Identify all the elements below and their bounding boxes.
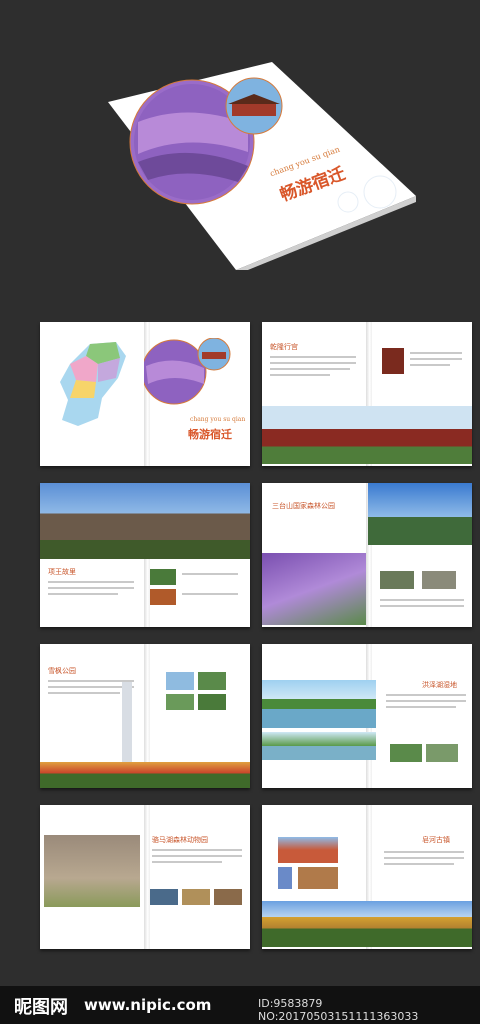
spread-xuefeng-page: 雪枫公园: [40, 644, 250, 788]
watermark-logo: 昵图网: [14, 997, 68, 1018]
spread-xiangwang-title: 项王故里: [48, 568, 76, 576]
spread-zaohe-title: 皂河古镇: [422, 836, 450, 844]
monument-tower: [122, 682, 132, 762]
palace-photo: [262, 406, 472, 464]
watermark-site: www.nipic.com: [84, 996, 212, 1014]
zaohe-gate-photo: [262, 901, 472, 947]
spread-santai-page: 三台山国家森林公园: [262, 483, 472, 627]
region-map: [60, 342, 126, 426]
map-photo-circles: [144, 338, 231, 405]
spread-santai-title: 三台山国家森林公园: [272, 502, 335, 510]
spread-xiangwang-page: 项王故里: [40, 483, 250, 627]
wetland-road-photo: [262, 732, 376, 760]
spread-hongze-page: 洪泽湖湿地: [262, 644, 472, 788]
xiangwang-gate-photo: [40, 483, 250, 559]
pagoda-photo: [368, 483, 472, 545]
spread-hongze-title: 洪泽湖湿地: [422, 681, 457, 689]
spread-map-page: chang you su qian 畅游宿迁: [40, 322, 250, 466]
spread-zaohe-page: 皂河古镇: [262, 805, 472, 949]
cover-brochure: [108, 62, 416, 270]
spread-palace-title: 乾隆行宫: [270, 343, 298, 351]
watermark-id: ID:9583879 NO:20170503151111363033: [258, 997, 419, 1023]
lavender-field-photo: [262, 553, 366, 625]
spread-map-title: 畅游宿迁: [188, 428, 232, 441]
spread-palace-page: 乾隆行宫: [262, 322, 472, 466]
wetland-boat-photo: [262, 680, 376, 728]
zaohe-photo-1: [278, 837, 338, 863]
spread-xuefeng-title: 雪枫公园: [48, 667, 76, 675]
spread-zoo-title: 骆马湖森林动物园: [152, 836, 208, 844]
spread-zoo-page: 骆马湖森林动物园: [40, 805, 250, 949]
flower-bed-photo: [40, 762, 250, 788]
spread-map-pinyin: chang you su qian: [190, 416, 246, 423]
deer-photo: [44, 835, 140, 907]
